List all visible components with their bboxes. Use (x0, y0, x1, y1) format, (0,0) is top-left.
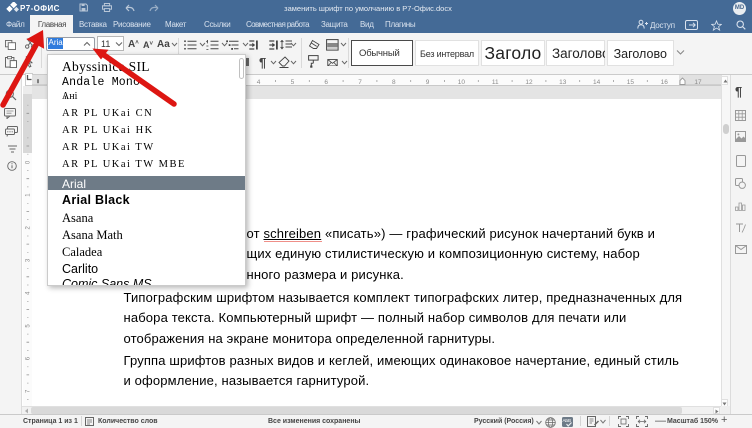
svg-text:4: 4 (26, 291, 32, 295)
svg-text:1: 1 (26, 193, 32, 197)
svg-text:2: 2 (26, 225, 32, 229)
svg-text:5: 5 (26, 324, 32, 328)
svg-text:7: 7 (26, 389, 32, 393)
svg-text:0: 0 (26, 160, 32, 164)
svg-text:3: 3 (26, 258, 32, 262)
svg-text:6: 6 (26, 356, 32, 360)
